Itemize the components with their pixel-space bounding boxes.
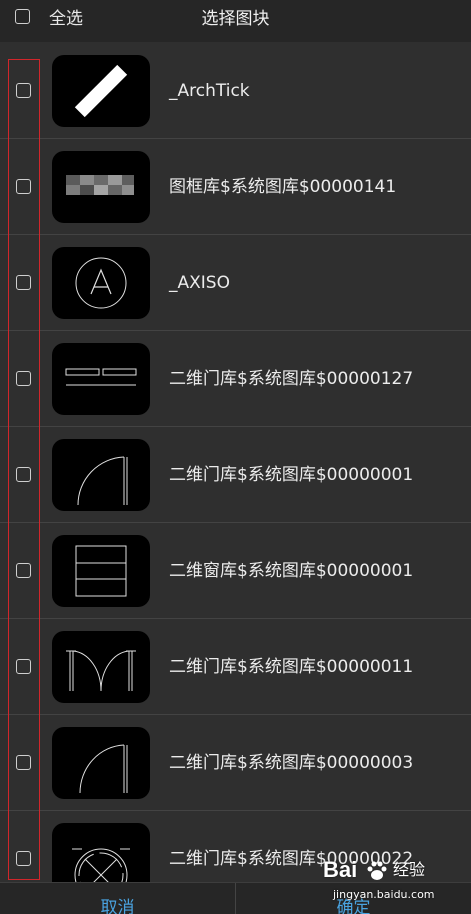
list-item[interactable]: _ArchTick [0, 43, 471, 139]
footer-bar: 取消 确定 [0, 882, 471, 914]
arch-tick-preview [52, 55, 150, 127]
list-item[interactable]: 二维门库$系统图库$00000011 [0, 619, 471, 715]
row-checkbox[interactable] [16, 851, 31, 866]
sliding-door-preview [52, 343, 150, 415]
cancel-button[interactable]: 取消 [0, 897, 235, 914]
header-bar: 全选 选择图块 [0, 0, 471, 42]
list-item[interactable]: 二维门库$系统图库$00000003 [0, 715, 471, 811]
block-name: 二维门库$系统图库$00000003 [169, 753, 414, 773]
list-item[interactable]: 二维门库$系统图库$00000022 [0, 811, 471, 882]
list-item[interactable]: 图框库$系统图库$00000141 [0, 139, 471, 235]
single-door-preview [52, 439, 150, 511]
list-item[interactable]: 二维门库$系统图库$00000001 [0, 427, 471, 523]
block-name: 二维窗库$系统图库$00000001 [169, 561, 414, 581]
list-item[interactable]: _AXISO [0, 235, 471, 331]
frame-preview [52, 151, 150, 223]
row-checkbox[interactable] [16, 563, 31, 578]
revolving-door-preview [52, 823, 150, 882]
row-checkbox[interactable] [16, 467, 31, 482]
row-checkbox[interactable] [16, 371, 31, 386]
window-preview [52, 535, 150, 607]
list-item[interactable]: 二维门库$系统图库$00000127 [0, 331, 471, 427]
block-name: _AXISO [169, 273, 230, 293]
page-title: 选择图块 [201, 9, 270, 29]
list-item[interactable]: 二维窗库$系统图库$00000001 [0, 523, 471, 619]
block-name: 二维门库$系统图库$00000011 [169, 657, 414, 677]
block-name: 图框库$系统图库$00000141 [169, 177, 397, 197]
single-door-preview [52, 727, 150, 799]
block-name: 二维门库$系统图库$00000001 [169, 465, 414, 485]
block-name: _ArchTick [169, 81, 250, 101]
row-checkbox[interactable] [16, 659, 31, 674]
axis-circle-preview [52, 247, 150, 319]
confirm-button[interactable]: 确定 [236, 897, 471, 914]
row-checkbox[interactable] [16, 755, 31, 770]
double-door-preview [52, 631, 150, 703]
block-list[interactable]: _ArchTick 图框库$系统图库$00000141 _AXISO 二维门库$… [0, 43, 471, 882]
row-checkbox[interactable] [16, 275, 31, 290]
block-picker-screen: 全选 选择图块 _ArchTick 图框库$系统图库$00000141 _AXI… [0, 0, 471, 914]
row-checkbox[interactable] [16, 179, 31, 194]
row-checkbox[interactable] [16, 83, 31, 98]
block-name: 二维门库$系统图库$00000127 [169, 369, 414, 389]
block-name: 二维门库$系统图库$00000022 [169, 849, 414, 869]
